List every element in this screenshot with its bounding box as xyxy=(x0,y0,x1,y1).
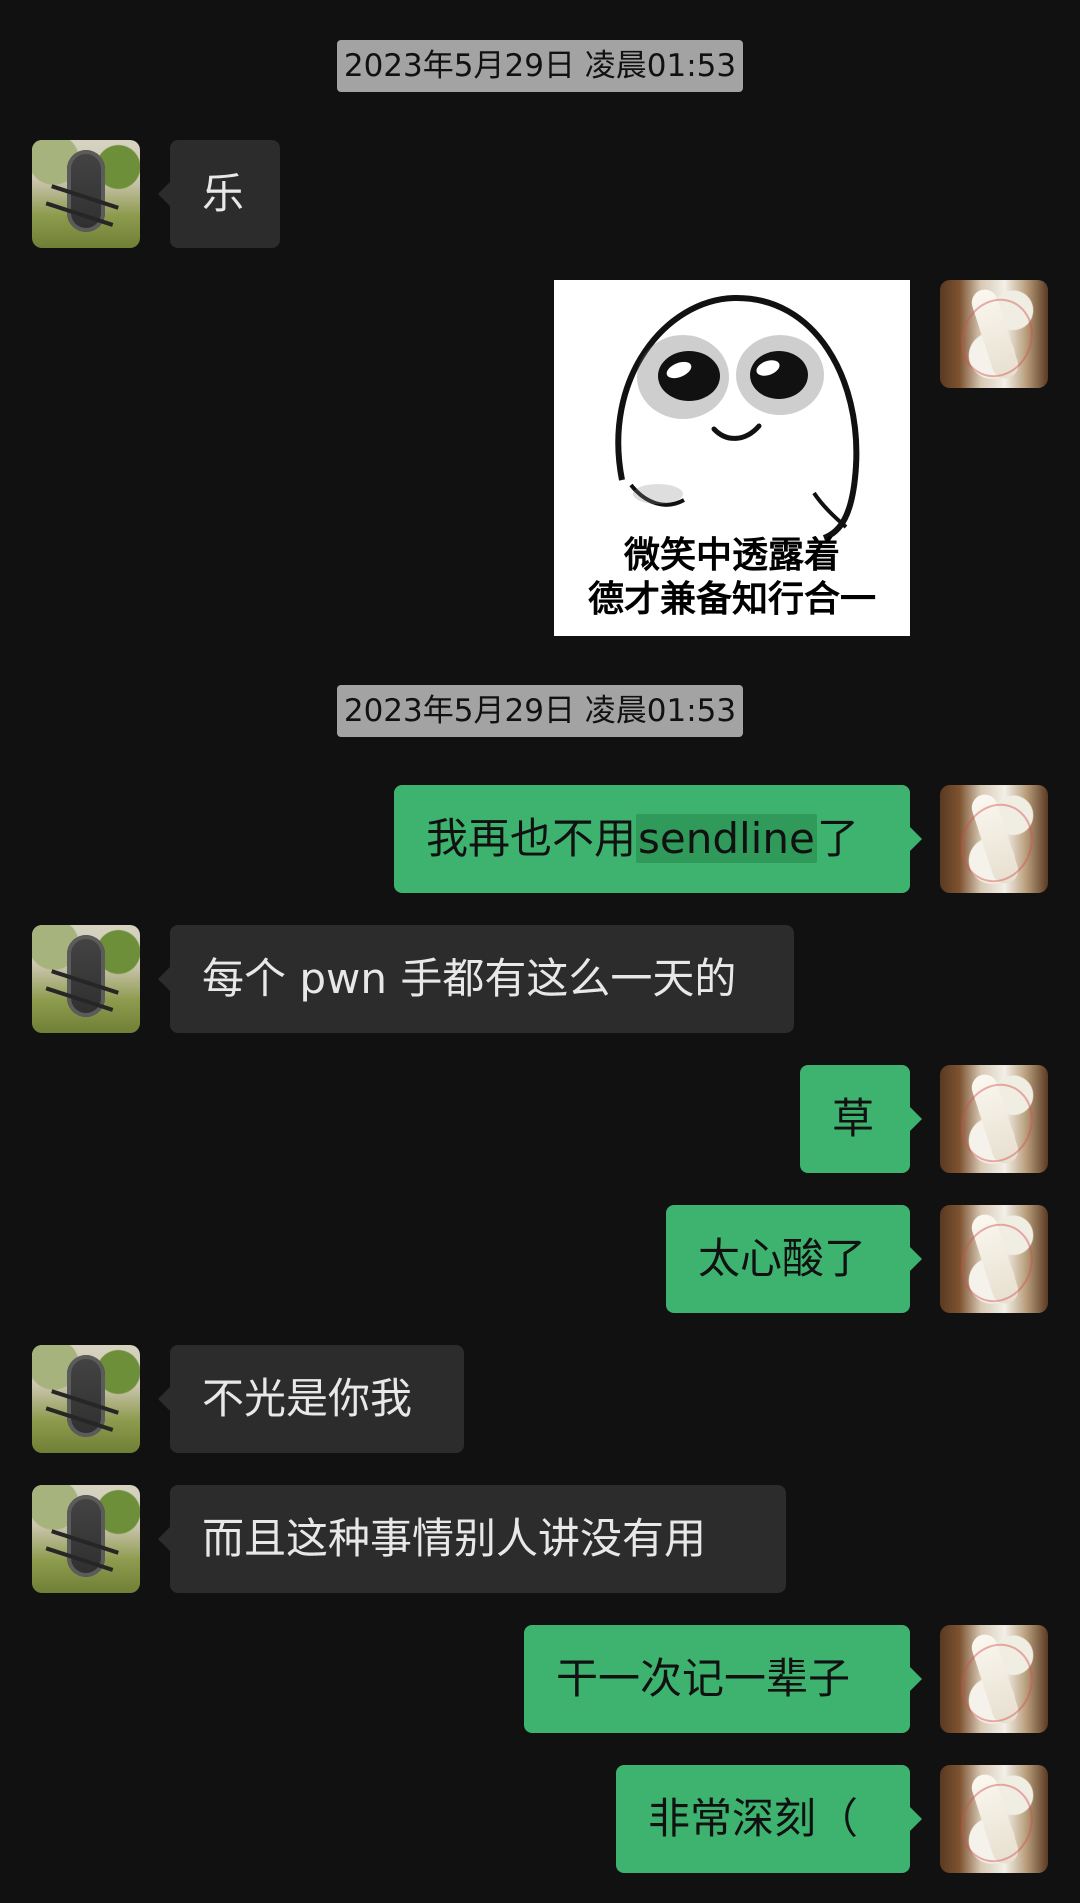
inflatable-boat-avatar-icon xyxy=(32,140,140,248)
message-text-prefix: 我再也不用 xyxy=(426,814,637,863)
contact-avatar[interactable] xyxy=(32,1345,140,1453)
message-bubble-sent[interactable]: 我再也不用sendline了 xyxy=(394,785,922,893)
anime-character-avatar-icon xyxy=(940,1765,1048,1873)
chat-window: 2023年5月29日 凌晨01:53 乐 微笑中透露着 德才兼备知行合一 202… xyxy=(0,0,1080,1903)
message-bubble-sent[interactable]: 非常深刻（ xyxy=(616,1765,922,1873)
inflatable-boat-avatar-icon xyxy=(32,1485,140,1593)
message-bubble-sent[interactable]: 草 xyxy=(800,1065,922,1173)
inflatable-boat-avatar-icon xyxy=(32,1345,140,1453)
sticker-caption-line-2: 德才兼备知行合一 xyxy=(587,579,876,620)
sticker-caption-line-1: 微笑中透露着 xyxy=(623,535,840,576)
highlighted-term: sendline xyxy=(636,814,817,863)
message-bubble-received[interactable]: 乐 xyxy=(158,140,280,248)
self-avatar[interactable] xyxy=(940,1625,1048,1733)
anime-character-avatar-icon xyxy=(940,1065,1048,1173)
anime-character-avatar-icon xyxy=(940,1205,1048,1313)
message-bubble-received[interactable]: 不光是你我 xyxy=(158,1345,464,1453)
contact-avatar[interactable] xyxy=(32,140,140,248)
anime-character-avatar-icon xyxy=(940,1625,1048,1733)
message-bubble-sent[interactable]: 干一次记一辈子 xyxy=(524,1625,922,1733)
message-bubble-sent[interactable]: 太心酸了 xyxy=(666,1205,922,1313)
anime-character-avatar-icon xyxy=(940,785,1048,893)
self-avatar[interactable] xyxy=(940,1205,1048,1313)
sticker-message[interactable]: 微笑中透露着 德才兼备知行合一 xyxy=(554,280,910,636)
message-text-suffix: 了 xyxy=(816,814,859,863)
contact-avatar[interactable] xyxy=(32,925,140,1033)
self-avatar[interactable] xyxy=(940,1065,1048,1173)
contact-avatar[interactable] xyxy=(32,1485,140,1593)
self-avatar[interactable] xyxy=(940,280,1048,388)
timestamp: 2023年5月29日 凌晨01:53 xyxy=(337,685,743,737)
inflatable-boat-avatar-icon xyxy=(32,925,140,1033)
message-bubble-received[interactable]: 而且这种事情别人讲没有用 xyxy=(158,1485,786,1593)
self-avatar[interactable] xyxy=(940,1765,1048,1873)
anime-character-avatar-icon xyxy=(940,280,1048,388)
message-bubble-received[interactable]: 每个 pwn 手都有这么一天的 xyxy=(158,925,794,1033)
timestamp: 2023年5月29日 凌晨01:53 xyxy=(337,40,743,92)
self-avatar[interactable] xyxy=(940,785,1048,893)
